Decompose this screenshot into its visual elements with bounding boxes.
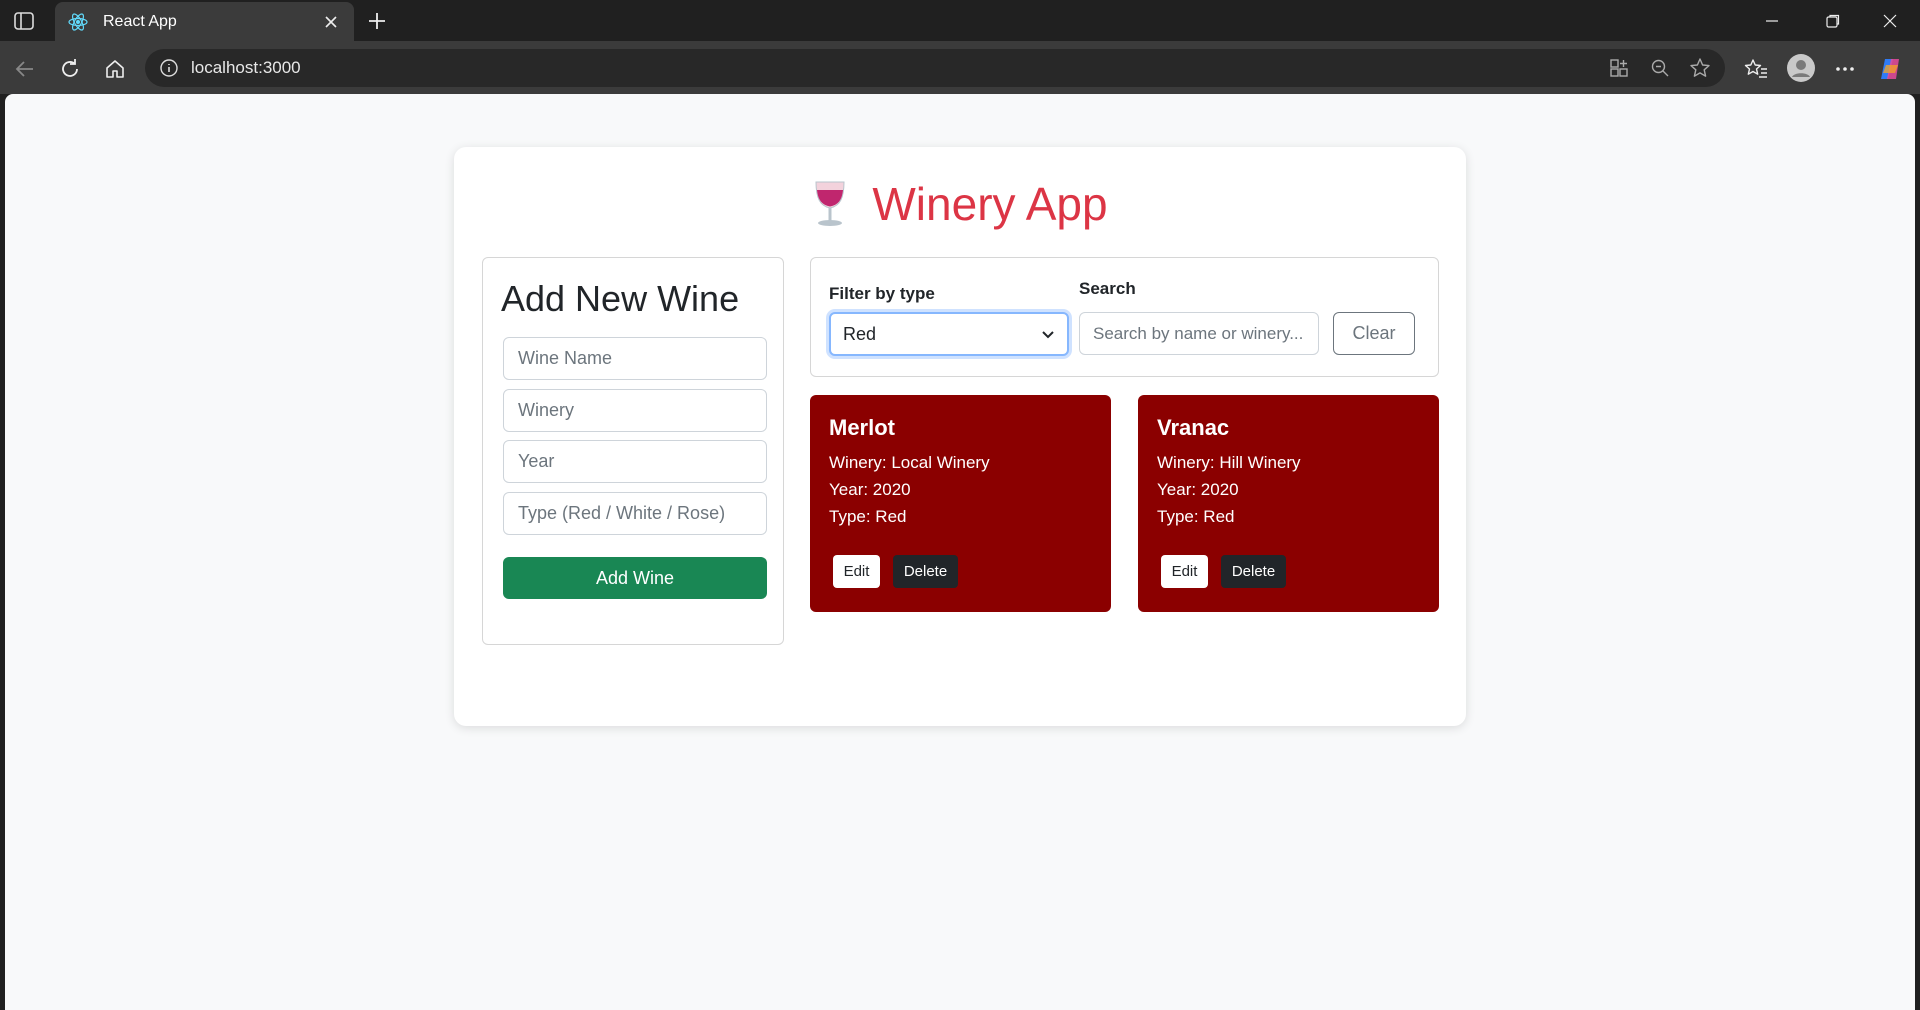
wine-year: Year: 2020 [829,480,911,499]
winery-input[interactable] [503,389,767,432]
more-icon[interactable] [1831,55,1859,83]
browser-tab-bar: React App [0,0,1920,41]
wine-card: Vranac Winery: Hill Winery Year: 2020 Ty… [1138,395,1439,612]
react-favicon-icon [67,11,89,33]
filter-panel: Filter by type Search Red Clear [810,257,1439,377]
page-viewport: Winery App Add New Wine Add Wine Filter … [5,94,1915,1010]
edit-button[interactable]: Edit [1161,555,1208,588]
wine-type: Type: Red [829,507,907,526]
search-label: Search [1079,279,1136,298]
filter-label: Filter by type [829,284,935,303]
edit-button[interactable]: Edit [833,555,880,588]
add-wine-button[interactable]: Add Wine [503,557,767,599]
browser-toolbar: localhost:3000 [0,41,1920,94]
refresh-icon[interactable] [56,55,84,83]
wine-winery: Winery: Local Winery [829,453,990,472]
minimize-icon[interactable] [1758,8,1786,34]
wine-winery: Winery: Hill Winery [1157,453,1301,472]
plus-icon[interactable] [364,8,390,34]
type-input[interactable] [503,492,767,535]
selected-type: Red [843,323,877,344]
wine-glass-icon [812,180,848,228]
clear-button[interactable]: Clear [1333,312,1415,355]
close-icon[interactable] [320,11,342,33]
form-heading: Add New Wine [501,278,740,319]
wine-name: Vranac [1157,415,1230,440]
add-wine-form: Add New Wine Add Wine [482,257,784,645]
copilot-icon[interactable] [1876,55,1904,83]
wine-name-input[interactable] [503,337,767,380]
zoom-out-icon[interactable] [1648,56,1672,80]
page-title: Winery App [872,178,1108,230]
profile-icon[interactable] [1786,53,1816,83]
wine-name: Merlot [829,415,895,440]
year-input[interactable] [503,440,767,483]
info-icon[interactable] [157,56,181,80]
favorites-icon[interactable] [1742,55,1770,83]
tab-title: React App [103,12,177,30]
app-header: Winery App [454,177,1466,231]
search-input[interactable] [1079,312,1319,355]
close-window-icon[interactable] [1876,8,1904,34]
delete-button[interactable]: Delete [1221,555,1286,588]
delete-button[interactable]: Delete [893,555,958,588]
star-icon[interactable] [1688,56,1712,80]
wine-type: Type: Red [1157,507,1235,526]
home-icon[interactable] [101,55,129,83]
url-text: localhost:3000 [191,58,301,77]
app-available-icon[interactable] [1607,56,1631,80]
address-bar[interactable]: localhost:3000 [145,49,1725,87]
back-icon[interactable] [11,55,39,83]
chevron-down-icon [1041,324,1055,345]
type-filter-select[interactable]: Red [829,312,1069,356]
sidebar-toggle-icon[interactable] [12,10,36,32]
restore-icon[interactable] [1819,8,1847,34]
wine-year: Year: 2020 [1157,480,1239,499]
browser-tab[interactable]: React App [55,2,354,41]
app-container: Winery App Add New Wine Add Wine Filter … [454,147,1466,726]
wine-card: Merlot Winery: Local Winery Year: 2020 T… [810,395,1111,612]
